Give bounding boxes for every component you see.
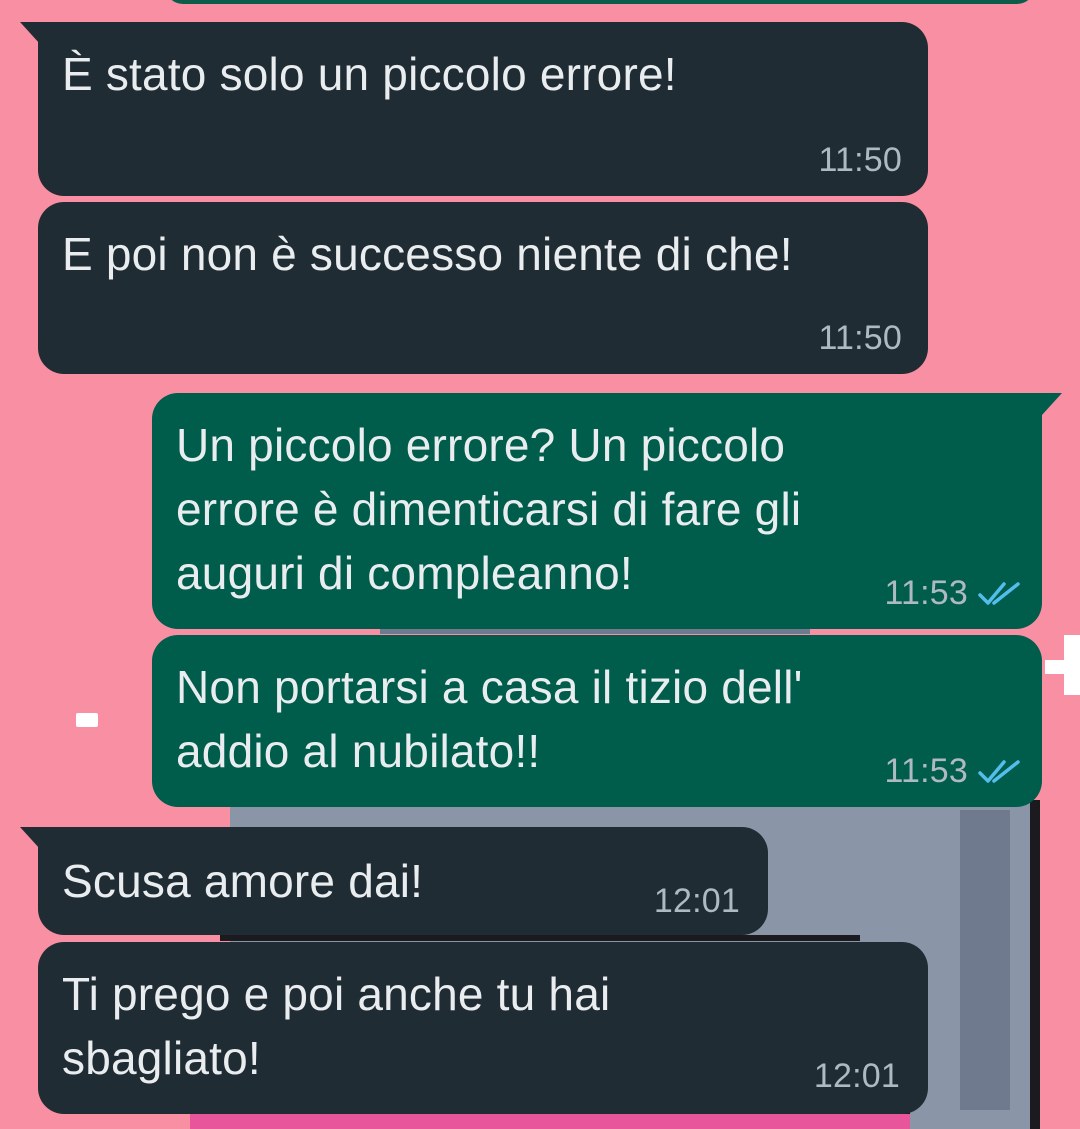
message-time: 11:50 [818,141,902,179]
outgoing-message[interactable]: Non portarsi a casa il tizio dell' addio… [152,635,1042,807]
message-time: 11:53 [884,752,968,790]
message-time: 11:53 [884,574,968,612]
wallpaper-pixel-star [76,713,98,727]
wallpaper-pixel-strip [220,935,860,941]
incoming-message[interactable]: Ti prego e poi anche tu hai sbagliato! 1… [38,942,928,1114]
incoming-message[interactable]: E poi non è successo niente di che! 11:5… [38,202,928,374]
wallpaper-pixel-moon-shade [960,810,1010,1110]
incoming-message[interactable]: È stato solo un piccolo errore! 11:50 [20,22,928,196]
previous-message-bubble-edge [165,0,1035,4]
message-text: Non portarsi a casa il tizio dell' addio… [176,661,803,777]
message-text: Ti prego e poi anche tu hai sbagliato! [62,968,611,1084]
double-check-icon [978,760,1020,783]
message-text: È stato solo un piccolo errore! [62,48,677,100]
outgoing-message[interactable]: Un piccolo errore? Un piccolo errore è d… [152,393,1062,629]
wallpaper-pixel-sparkle [1045,660,1080,674]
double-check-icon [978,582,1020,605]
message-time: 12:01 [813,1057,900,1095]
message-time: 11:50 [818,319,902,357]
message-text: Scusa amore dai! [62,855,424,907]
message-text: Un piccolo errore? Un piccolo errore è d… [176,419,802,599]
message-text: E poi non è successo niente di che! [62,228,793,280]
message-time: 12:01 [653,882,740,920]
incoming-message[interactable]: Scusa amore dai! 12:01 [20,827,768,935]
